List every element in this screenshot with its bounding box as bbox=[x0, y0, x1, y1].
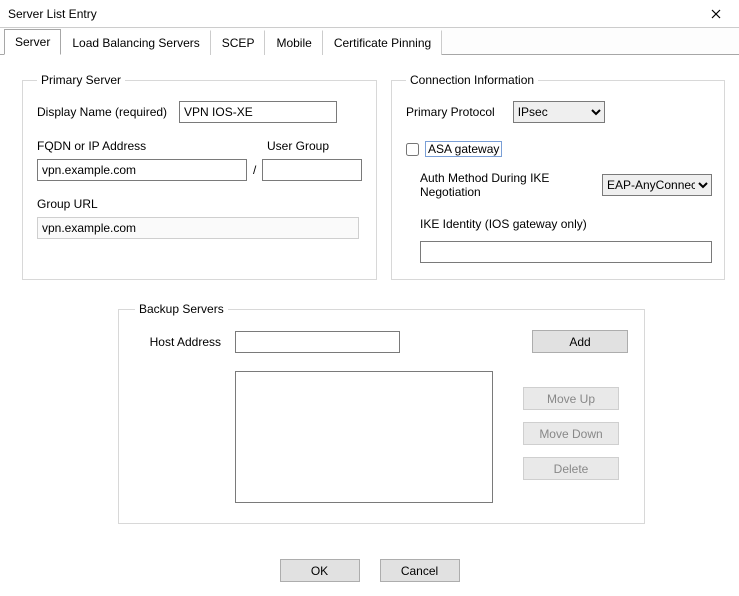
window-title: Server List Entry bbox=[8, 7, 701, 21]
asa-gateway-label: ASA gateway bbox=[425, 141, 502, 157]
user-group-input[interactable] bbox=[262, 159, 362, 181]
tab-cert-pinning[interactable]: Certificate Pinning bbox=[323, 30, 442, 55]
close-button[interactable] bbox=[701, 4, 731, 24]
group-url-label: Group URL bbox=[37, 197, 364, 211]
dialog-body: Primary Server Display Name (required) F… bbox=[0, 55, 739, 534]
display-name-input[interactable] bbox=[179, 101, 337, 123]
delete-button[interactable]: Delete bbox=[523, 457, 619, 480]
ike-identity-input[interactable] bbox=[420, 241, 712, 263]
host-address-label: Host Address bbox=[135, 335, 221, 349]
tab-load-balancing[interactable]: Load Balancing Servers bbox=[61, 30, 210, 55]
primary-server-group: Primary Server Display Name (required) F… bbox=[22, 73, 377, 280]
auth-method-select[interactable]: EAP-AnyConnect bbox=[602, 174, 712, 196]
display-name-label: Display Name (required) bbox=[37, 105, 167, 119]
ok-button[interactable]: OK bbox=[280, 559, 360, 582]
host-address-input[interactable] bbox=[235, 331, 400, 353]
tab-scep[interactable]: SCEP bbox=[211, 30, 266, 55]
tab-bar: Server Load Balancing Servers SCEP Mobil… bbox=[0, 28, 739, 55]
titlebar: Server List Entry bbox=[0, 0, 739, 28]
user-group-label: User Group bbox=[267, 139, 329, 153]
cancel-button[interactable]: Cancel bbox=[380, 559, 460, 582]
dialog-button-bar: OK Cancel bbox=[0, 559, 739, 582]
backup-servers-legend: Backup Servers bbox=[135, 302, 228, 316]
group-url-input bbox=[37, 217, 359, 239]
primary-protocol-label: Primary Protocol bbox=[406, 105, 495, 119]
server-list-entry-window: Server List Entry Server Load Balancing … bbox=[0, 0, 739, 596]
move-down-button[interactable]: Move Down bbox=[523, 422, 619, 445]
auth-method-label: Auth Method During IKE Negotiation bbox=[420, 171, 588, 199]
connection-info-legend: Connection Information bbox=[406, 73, 538, 87]
close-icon bbox=[711, 9, 721, 19]
tab-mobile[interactable]: Mobile bbox=[265, 30, 322, 55]
backup-servers-group: Backup Servers Host Address Add Move Up … bbox=[118, 302, 645, 524]
move-up-button[interactable]: Move Up bbox=[523, 387, 619, 410]
fqdn-label: FQDN or IP Address bbox=[37, 139, 247, 153]
ike-identity-label: IKE Identity (IOS gateway only) bbox=[420, 217, 712, 231]
add-button[interactable]: Add bbox=[532, 330, 628, 353]
primary-protocol-select[interactable]: IPsec bbox=[513, 101, 605, 123]
connection-info-group: Connection Information Primary Protocol … bbox=[391, 73, 725, 280]
primary-server-legend: Primary Server bbox=[37, 73, 125, 87]
tab-server[interactable]: Server bbox=[4, 29, 61, 55]
asa-gateway-checkbox[interactable] bbox=[406, 143, 419, 156]
backup-server-listbox[interactable] bbox=[235, 371, 493, 503]
fqdn-separator: / bbox=[253, 163, 256, 177]
fqdn-input[interactable] bbox=[37, 159, 247, 181]
